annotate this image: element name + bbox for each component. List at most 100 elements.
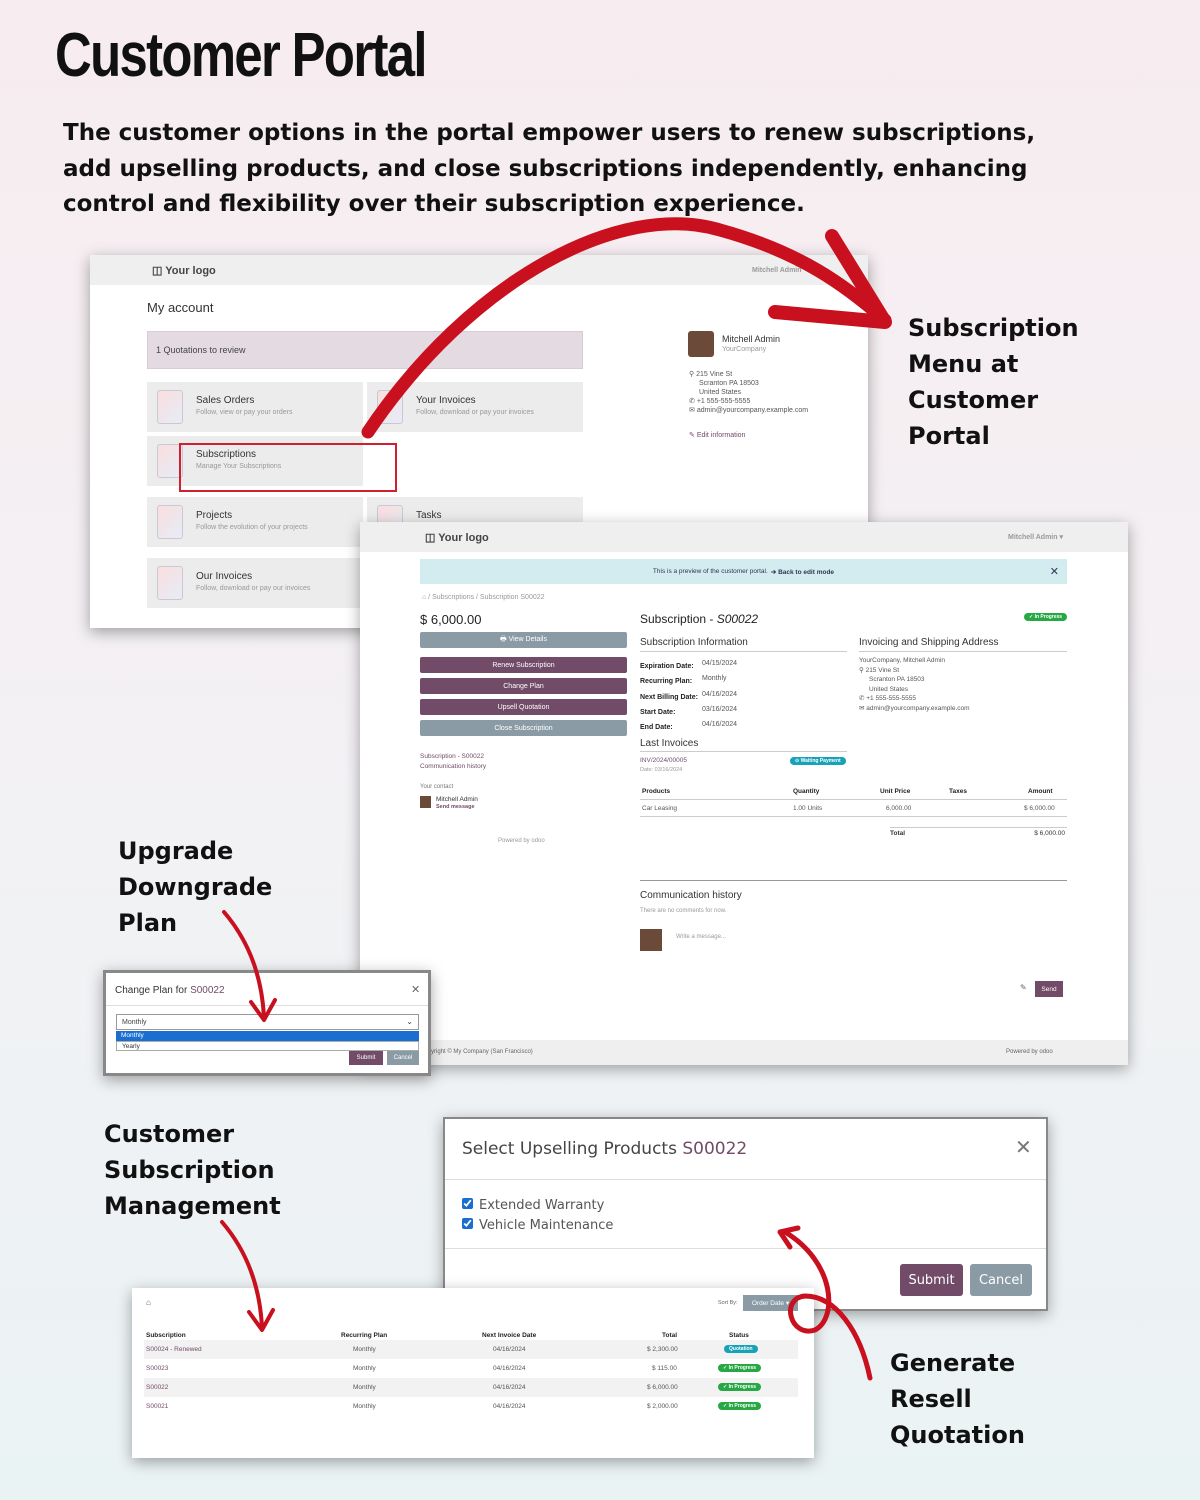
send-button[interactable]: Send [1035, 981, 1063, 997]
callout-management: Customer Subscription Management [104, 1120, 281, 1220]
cancel-button[interactable]: Cancel [387, 1051, 419, 1065]
lines-header: Products Quantity Unit Price Taxes Amoun… [640, 788, 1067, 800]
subscription-detail-screenshot: ◫ Your logo Mitchell Admin ▾ This is a p… [360, 522, 1128, 1065]
breadcrumb[interactable]: ⌂ / Subscriptions / Subscription S00022 [422, 594, 545, 601]
powered-by: Powered by odoo [498, 838, 545, 844]
send-message-link[interactable]: Send message [436, 804, 475, 810]
close-icon[interactable]: ✕ [411, 983, 420, 996]
status-badge: ✓ In Progress [718, 1402, 762, 1410]
table-row[interactable]: S00024 - Renewed Monthly 04/16/2024 $ 2,… [144, 1340, 798, 1359]
logo[interactable]: ◫ Your logo [425, 531, 489, 544]
your-contact-label: Your contact [420, 784, 454, 790]
communication-title: Communication history [640, 890, 742, 901]
total-row: Total $ 6,000.00 [890, 827, 1067, 837]
avatar [688, 331, 714, 357]
status-badge: ✓ In Progress [718, 1364, 762, 1372]
invoicing-address: YourCompany, Mitchell Admin ⚲ 215 Vine S… [859, 657, 970, 712]
line-row: Car Leasing 1.00 Units 6,000.00 $ 6,000.… [640, 805, 1067, 817]
subscriptions-highlight-box [179, 443, 397, 492]
preview-banner: This is a preview of the customer portal… [420, 559, 1067, 584]
plan-option-yearly[interactable]: Yearly [116, 1041, 419, 1051]
cancel-button[interactable]: Cancel [970, 1264, 1032, 1296]
portal-topbar: ◫ Your logo Mitchell Admin [90, 255, 868, 285]
avatar [420, 796, 431, 808]
status-badge: ✓ In Progress [1024, 613, 1068, 621]
product-option[interactable]: Extended Warranty [462, 1196, 613, 1216]
logo[interactable]: ◫ Your logo [152, 264, 216, 277]
product-option[interactable]: Vehicle Maintenance [462, 1216, 613, 1236]
portal-topbar: ◫ Your logo Mitchell Admin ▾ [360, 522, 1128, 552]
close-icon[interactable]: ✕ [1015, 1135, 1032, 1159]
user-menu[interactable]: Mitchell Admin ▾ [1008, 533, 1063, 541]
view-details-button[interactable]: 🖶 View Details [420, 632, 627, 648]
paperclip-icon[interactable]: ✎ [1020, 983, 1027, 992]
tile-projects[interactable]: Projects Follow the evolution of your pr… [147, 497, 363, 547]
page-title: Customer Portal [55, 21, 428, 90]
address-title: Invoicing and Shipping Address [859, 637, 999, 648]
tile-subtitle: Follow, download or pay your invoices [416, 409, 534, 416]
upsell-dialog: Select Upselling Products S00022 ✕ Exten… [443, 1117, 1048, 1311]
tile-title: Sales Orders [196, 395, 255, 406]
tile-our-invoices[interactable]: Our Invoices Follow, download or pay our… [147, 558, 363, 608]
invoice-date: Date: 03/16/2024 [640, 767, 683, 773]
table-row[interactable]: S00021 Monthly 04/16/2024 $ 2,000.00 ✓ I… [144, 1397, 798, 1416]
invoice-icon [377, 390, 403, 424]
table-row[interactable]: S00023 Monthly 04/16/2024 $ 115.00 ✓ In … [144, 1359, 798, 1378]
plan-select[interactable]: Monthly ⌄ [116, 1014, 419, 1030]
quotations-alert[interactable]: 1 Quotations to review [147, 331, 583, 369]
tile-subtitle: Follow, view or pay your orders [196, 409, 293, 416]
submit-button[interactable]: Submit [900, 1264, 963, 1296]
callout-change-plan: Upgrade Downgrade Plan [118, 837, 273, 937]
status-badge: ✓ In Progress [718, 1383, 762, 1391]
invoice-link[interactable]: INV/2024/00005 [640, 757, 687, 764]
tile-subtitle: Follow the evolution of your projects [196, 524, 308, 531]
upsell-products: Extended Warranty Vehicle Maintenance [462, 1196, 613, 1236]
checklist-icon [157, 505, 183, 539]
table-row[interactable]: S00022 Monthly 04/16/2024 $ 6,000.00 ✓ I… [144, 1378, 798, 1397]
product-checkbox[interactable] [462, 1218, 473, 1229]
change-plan-dialog: Change Plan for S00022 ✕ Monthly ⌄ Month… [103, 970, 431, 1076]
contact-name: Mitchell Admin [722, 334, 781, 344]
last-invoices-title: Last Invoices [640, 738, 699, 749]
footer-powered: Powered by odoo [1006, 1049, 1053, 1055]
product-checkbox[interactable] [462, 1198, 473, 1209]
contact-company: YourCompany [722, 346, 767, 353]
back-to-edit-link[interactable]: ➔ Back to edit mode [771, 568, 834, 576]
invoice-status-badge: ⊙ Waiting Payment [790, 757, 846, 765]
side-nav: Subscription - S00022 Communication hist… [420, 752, 486, 772]
close-icon[interactable]: ✕ [1050, 565, 1059, 578]
change-plan-button[interactable]: Change Plan [420, 678, 627, 694]
user-menu[interactable]: Mitchell Admin [752, 267, 802, 274]
message-input[interactable]: Write a message... [676, 934, 726, 940]
preview-text: This is a preview of the customer portal… [652, 568, 768, 575]
chevron-down-icon: ⌄ [406, 1017, 413, 1026]
renew-subscription-button[interactable]: Renew Subscription [420, 657, 627, 673]
subscription-heading: Subscription - S00022 [640, 612, 759, 626]
tile-title: Our Invoices [196, 571, 253, 582]
side-link[interactable]: Communication history [420, 762, 486, 772]
shopping-bag-icon [157, 390, 183, 424]
subscription-info: Expiration Date: 04/15/2024 Recurring Pl… [640, 660, 738, 732]
home-icon[interactable]: ⌂ [146, 1298, 151, 1307]
intro-text: The customer options in the portal empow… [63, 120, 1036, 217]
sort-dropdown[interactable]: Order Date ▾ [743, 1295, 798, 1311]
tile-your-invoices[interactable]: Your Invoices Follow, download or pay yo… [367, 382, 583, 432]
my-account-heading: My account [147, 300, 214, 315]
tile-subtitle: Follow, download or pay our invoices [196, 585, 311, 592]
sort-label: Sort By: [718, 1300, 738, 1306]
subscription-info-title: Subscription Information [640, 637, 748, 648]
submit-button[interactable]: Submit [349, 1051, 383, 1065]
copyright: Copyright © My Company (San Francisco) [420, 1049, 533, 1055]
callout-subscription-menu: Subscription Menu at Customer Portal [908, 314, 1079, 450]
upsell-quotation-button[interactable]: Upsell Quotation [420, 699, 627, 715]
close-subscription-button[interactable]: Close Subscription [420, 720, 627, 736]
tile-title: Projects [196, 510, 233, 521]
side-link[interactable]: Subscription - S00022 [420, 752, 486, 762]
contact-name: Mitchell Admin [436, 796, 478, 803]
plan-option-monthly[interactable]: Monthly [116, 1031, 419, 1041]
subscription-amount: $ 6,000.00 [420, 612, 482, 627]
tile-title: Your Invoices [416, 395, 476, 406]
no-comments: There are no comments for now. [640, 908, 727, 914]
tile-sales-orders[interactable]: Sales Orders Follow, view or pay your or… [147, 382, 363, 432]
edit-information-link[interactable]: ✎ Edit information [689, 431, 745, 439]
